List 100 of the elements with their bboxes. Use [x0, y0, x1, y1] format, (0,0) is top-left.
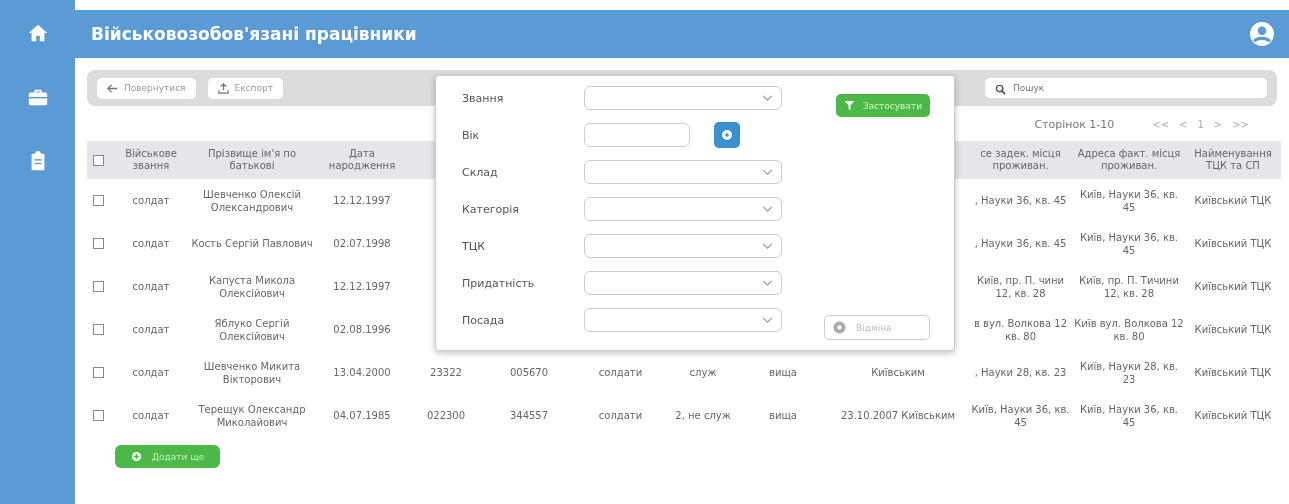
row-checkbox[interactable] [93, 281, 104, 292]
chevron-down-icon [762, 279, 773, 287]
table-cell: 04.07.1985 [333, 409, 391, 422]
pagination-link[interactable]: > [1211, 119, 1225, 130]
table-cell: солдат [132, 194, 170, 207]
filter-label: Вік [462, 128, 481, 142]
chevron-down-icon [762, 242, 773, 250]
table-cell: 13.04.2000 [333, 366, 391, 379]
circle-icon [721, 129, 733, 141]
cancel-button[interactable]: Відміна [824, 315, 930, 340]
pagination-link[interactable]: >> [1230, 119, 1251, 130]
table-cell-text: Київ, Науки 36, кв. 45 [1078, 187, 1180, 214]
dropdown-field[interactable] [584, 308, 782, 332]
column-header: Дата народження [327, 148, 397, 172]
table-cell: вища [769, 409, 797, 422]
user-avatar-icon[interactable] [1249, 21, 1275, 47]
export-button[interactable]: Експорт [207, 77, 283, 99]
column-header: се задек. місця проживан. [979, 148, 1062, 172]
column-header: Військове звання [124, 148, 178, 172]
row-checkbox[interactable] [93, 410, 104, 421]
chevron-down-icon [762, 205, 773, 213]
column-header: Найменування ТЦК та СП [1193, 148, 1273, 172]
table-cell-text: Терещук Олександр Миколайович [197, 402, 307, 429]
row-checkbox[interactable] [93, 195, 104, 206]
table-cell: Київський ТЦК [1194, 280, 1272, 293]
table-cell-text: Київ, Науки 28, кв. 23 [1078, 359, 1180, 386]
filter-label: Звання [462, 91, 505, 105]
table-cell-text: в вул. Волкова 12 кв. 80 [972, 316, 1069, 343]
apply-button[interactable]: Застосувати [835, 94, 930, 117]
table-cell: Київським [871, 366, 925, 379]
filter-icon [843, 100, 855, 111]
table-cell: 022300 [426, 409, 466, 422]
filter-label: ТЦК [462, 239, 487, 253]
table-cell: солдат [132, 237, 170, 250]
back-button[interactable]: Повернутися [97, 77, 196, 99]
table-cell: вища [769, 366, 797, 379]
dropdown-field[interactable] [584, 234, 782, 258]
select-all-checkbox[interactable] [93, 154, 104, 166]
dropdown-field[interactable] [584, 160, 782, 184]
table-cell: 12.12.1997 [333, 194, 391, 207]
table-cell-text: Яблуко Сергій Олексійович [213, 316, 291, 343]
table-cell: , Науки 36, кв. 45 [974, 194, 1067, 207]
table-cell: солдат [132, 366, 170, 379]
page-summary: Сторінок 1-10 [1034, 118, 1115, 131]
upload-icon [217, 82, 229, 94]
input-field[interactable] [584, 123, 690, 147]
table-cell: 005670 [509, 366, 549, 379]
table-cell-text: Шевченко Микита Вікторович [202, 359, 302, 386]
plus-icon [131, 451, 142, 462]
search-field[interactable]: Пошук [985, 78, 1267, 98]
table-cell: солдати [598, 409, 643, 422]
table-cell: 02.07.1998 [333, 237, 391, 250]
table-cell: 23.10.2007 Київським [840, 409, 956, 422]
search-icon [995, 84, 1006, 95]
dropdown-field[interactable] [584, 197, 782, 221]
page-title: Військовозобов'язані працівники [91, 24, 418, 44]
table-cell-text: Київ, Науки 36, кв. 45 [970, 402, 1071, 429]
dropdown-field[interactable] [584, 271, 782, 295]
table-cell: Київ вул. Волкова 12 кв. 80 [1073, 316, 1185, 343]
table-cell-text: Київ, пр. П. Тичини 12, кв. 28 [1078, 273, 1180, 300]
dropdown-field[interactable] [584, 86, 782, 110]
row-checkbox[interactable] [93, 324, 104, 335]
table-cell: Київський ТЦК [1194, 194, 1272, 207]
table-cell-text: Київ, пр. П. чини 12, кв. 28 [975, 273, 1066, 300]
pagination-link[interactable]: < [1177, 119, 1190, 130]
table-cell: солдати [598, 366, 643, 379]
chevron-down-icon [762, 94, 773, 102]
table-cell: Київський ТЦК [1194, 409, 1272, 422]
table-cell: Київський ТЦК [1194, 237, 1272, 250]
chevron-down-icon [762, 168, 773, 176]
table-cell: Київський ТЦК [1194, 323, 1272, 336]
filter-label: Категорія [462, 202, 520, 216]
row-checkbox[interactable] [93, 367, 104, 378]
add-more-button[interactable]: Додати ще [115, 445, 221, 468]
filter-label: Посада [462, 313, 506, 327]
pagination-link[interactable]: 1 [1195, 119, 1206, 130]
column-header: Адреса факт. місця проживан. [1076, 148, 1182, 172]
table-cell: солдат [132, 323, 170, 336]
table-cell: служ [689, 366, 717, 379]
filter-label: Придатність [462, 276, 536, 290]
add-button[interactable] [714, 122, 740, 148]
circle-icon [833, 321, 846, 334]
home-icon[interactable] [26, 22, 49, 44]
table-cell: 2, не служ [675, 409, 731, 422]
table-cell: солдат [132, 280, 170, 293]
column-header: Прізвище ім'я по батькові [207, 148, 297, 172]
table-cell: 02.08.1996 [333, 323, 391, 336]
table-cell-text: Капуста Микола Олексійович [207, 273, 297, 300]
filter-label: Склад [462, 165, 499, 179]
table-cell: солдат [132, 409, 170, 422]
pagination-link[interactable]: << [1150, 119, 1172, 130]
table-cell: , Науки 36, кв. 45 [974, 237, 1067, 250]
table-cell: 344557 [509, 409, 549, 422]
table-cell-text: Київ, Науки 36, кв. 45 [1078, 230, 1180, 257]
row-checkbox[interactable] [93, 238, 104, 249]
table-cell: 12.12.1997 [333, 280, 391, 293]
table-cell-text: Шевченко Олексій Олександрович [202, 187, 302, 214]
table-cell: Кость Сергій Павлович [191, 237, 313, 250]
table-cell: 23322 [430, 366, 462, 379]
chevron-down-icon [762, 316, 773, 324]
